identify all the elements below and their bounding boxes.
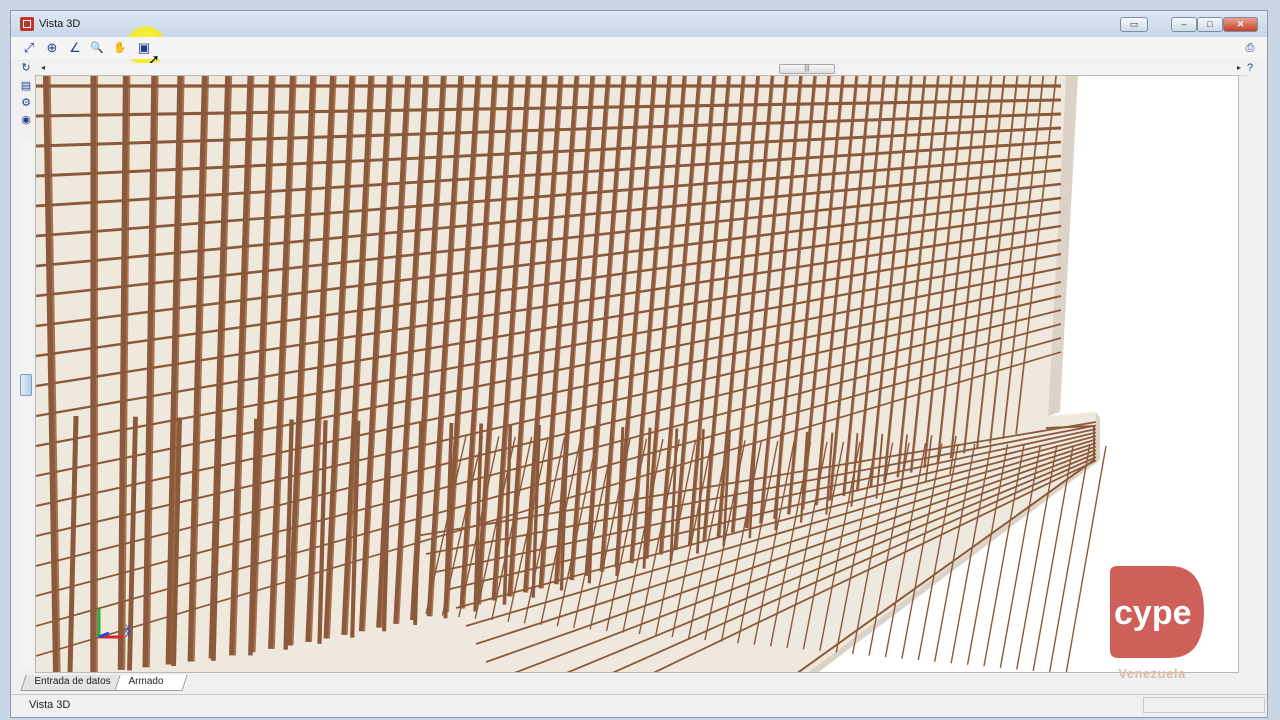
maximize-button[interactable]: □ <box>1197 17 1223 32</box>
vista-3d-window: Vista 3D ▭ – □ ✕ ⤢ ⊕ ∠ 🔍 ✋ ▣ ➚ ◂ ||| ▸ ↻… <box>10 10 1268 718</box>
status-text: Vista 3D <box>29 699 71 711</box>
status-bar: Vista 3D <box>11 694 1267 717</box>
scroll-right-icon[interactable]: ▸ <box>1237 63 1241 72</box>
close-button[interactable]: ✕ <box>1223 17 1258 32</box>
axes-indicator: X Y <box>95 603 143 651</box>
cype-logo: cype Venezuela <box>1100 562 1210 682</box>
tab-label: Armado <box>128 676 164 687</box>
zoom-window-icon[interactable]: ⤢ <box>21 40 37 56</box>
scroll-left-icon[interactable]: ◂ <box>41 63 45 72</box>
rebar-3d-model <box>36 76 1107 672</box>
tab-entrada-de-datos[interactable]: Entrada de datos <box>20 675 128 691</box>
logo-brand: cype <box>1114 594 1192 632</box>
left-toolbar: ↻ ▤ ⚙ ◉ <box>19 61 33 130</box>
settings-icon[interactable]: ⚙ <box>19 96 33 110</box>
cype-app-icon <box>20 17 34 31</box>
tab-bar: Entrada de datos Armado <box>15 675 415 691</box>
help-icon[interactable]: ? <box>1243 61 1257 75</box>
layers-icon[interactable]: ▤ <box>19 79 33 93</box>
print-icon[interactable]: ⎙ <box>1243 41 1257 55</box>
horizontal-scroll-thumb[interactable]: ||| <box>779 64 835 74</box>
minimize-button[interactable]: – <box>1171 17 1197 32</box>
zoom-all-icon[interactable]: ⊕ <box>44 40 60 56</box>
right-toolbar: ⎙ ? <box>1243 41 1259 81</box>
render-mode-icon[interactable]: ◉ <box>19 113 33 127</box>
zoom-icon[interactable]: 🔍 <box>89 40 105 56</box>
logo-subtitle: Venezuela <box>1118 666 1186 681</box>
rotate-view-icon[interactable]: ↻ <box>19 61 33 75</box>
toolbar: ⤢ ⊕ ∠ 🔍 ✋ ▣ <box>11 37 1267 59</box>
y-axis-label: Y <box>125 623 131 633</box>
title-bar: Vista 3D ▭ – □ ✕ <box>11 11 1267 38</box>
3d-viewport[interactable] <box>35 75 1239 673</box>
vertical-scroll-thumb[interactable] <box>20 374 32 396</box>
restore-button[interactable]: ▭ <box>1120 17 1148 32</box>
vertical-scrollbar[interactable] <box>19 141 33 669</box>
tab-armado[interactable]: Armado <box>114 675 188 691</box>
status-panel <box>1143 697 1265 713</box>
measure-icon[interactable]: ∠ <box>67 40 83 56</box>
window-title: Vista 3D <box>39 18 81 30</box>
pan-hand-icon[interactable]: ✋ <box>112 40 128 56</box>
tab-label: Entrada de datos <box>34 676 111 687</box>
